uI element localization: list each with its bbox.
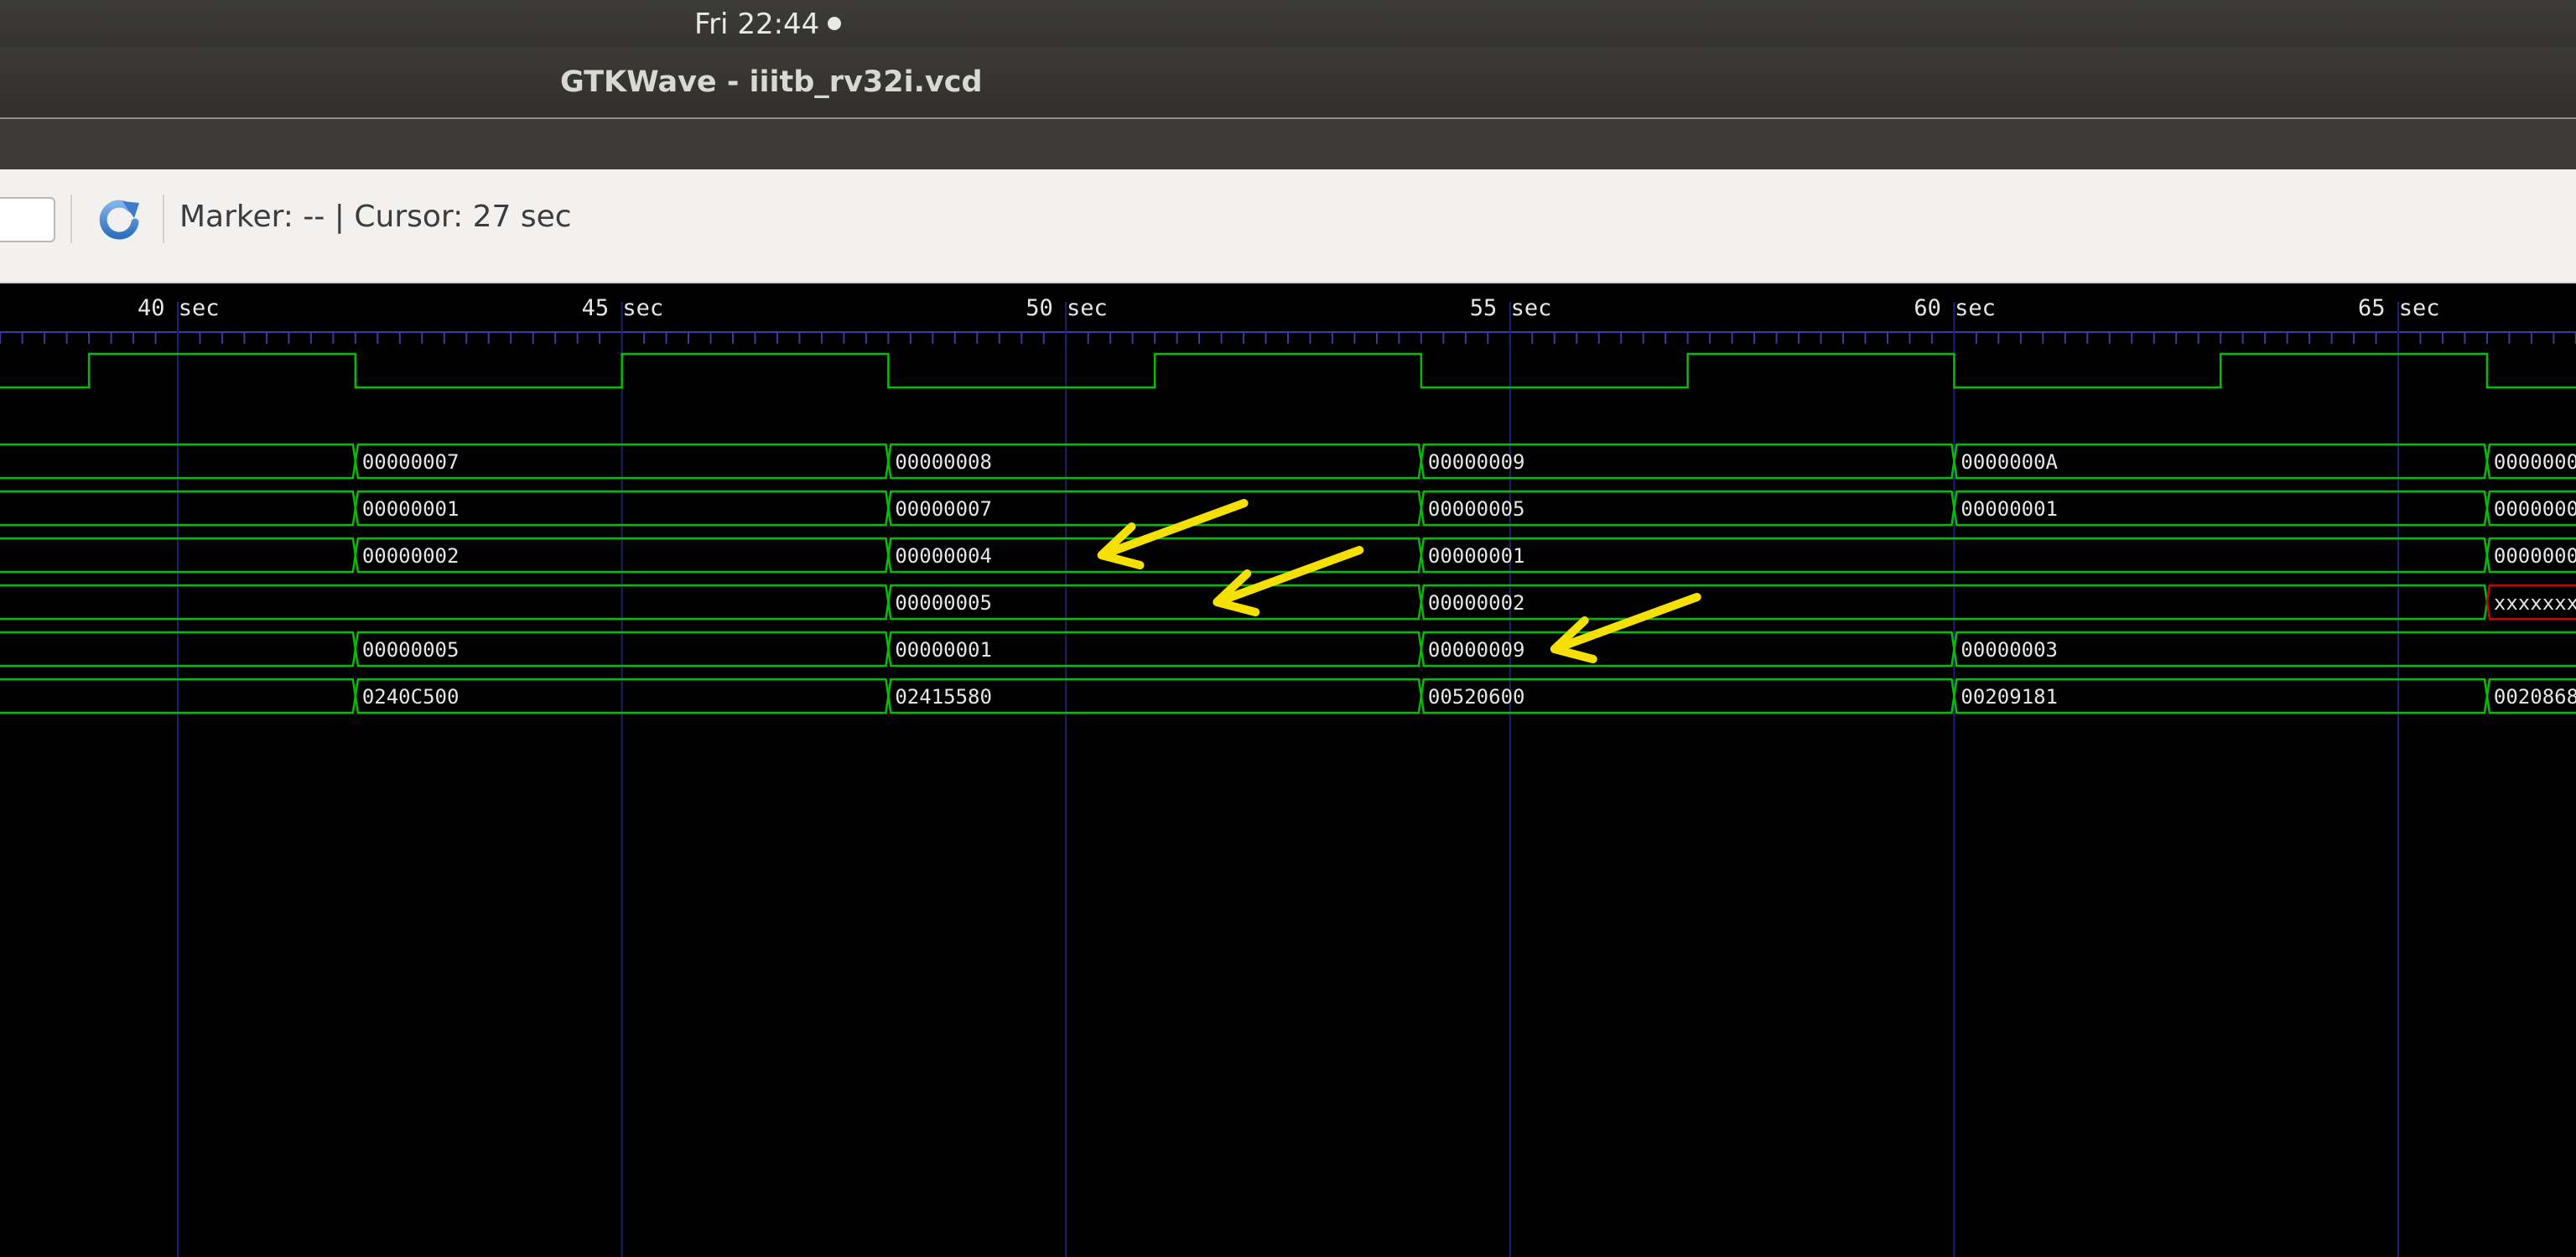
bus-value-label: 00000000: [2494, 497, 2576, 521]
menu-bar: [0, 119, 2576, 169]
bus-value-label: 00000005: [362, 638, 460, 662]
timeline-tick-label: 40 sec: [138, 295, 220, 321]
bus-value-label: 0000000A: [1961, 450, 2058, 474]
bus-value-label: 00209181: [1961, 685, 2058, 709]
system-clock[interactable]: Fri 22:44: [694, 8, 842, 41]
bus-value-label: 00000008: [895, 450, 992, 474]
timeline-tick-label: 60 sec: [1914, 295, 1996, 321]
notification-dot-icon: [828, 16, 842, 30]
bus-value-label: 00000003: [1961, 638, 2058, 662]
bus-value-label: 0240C500: [362, 685, 460, 709]
timeline-tick-label: 45 sec: [582, 295, 664, 321]
bus-value-label: 00000005: [895, 591, 992, 615]
waveform-canvas[interactable]: 40 sec 45 sec 50 sec 55 sec 60 sec 65 sec 0000…: [0, 285, 2576, 1257]
bus-value-label: 00208683: [2494, 685, 2576, 709]
bus-value-label: 00000001: [1428, 544, 1525, 568]
toolbar-separator: [70, 195, 72, 243]
bus-value-label: 00520600: [1428, 685, 1525, 709]
bus-value-label: 02415580: [895, 685, 992, 709]
bus-value-label: 00000004: [895, 544, 992, 568]
timeline-tick-label: 55 sec: [1470, 295, 1552, 321]
bus-value-label: 00000001: [895, 638, 992, 662]
window-title-bar[interactable]: GTKWave - iiitb_rv32i.vcd: [0, 47, 2576, 119]
system-top-bar: Fri 22:44: [0, 0, 2576, 47]
window-title: GTKWave - iiitb_rv32i.vcd: [560, 65, 983, 99]
clock-waveform: [0, 352, 2576, 389]
bus-value-label: 00000009: [1428, 638, 1525, 662]
toolbar: Marker: -- | Cursor: 27 sec: [0, 169, 2576, 283]
timeline-tick-label: 50 sec: [1026, 295, 1108, 321]
marker-cursor-status: Marker: -- | Cursor: 27 sec: [179, 200, 572, 234]
bus-value-label: 00000002: [362, 544, 460, 568]
time-entry-field[interactable]: [0, 197, 55, 242]
bus-value-label: 00000001: [1961, 497, 2058, 521]
bus-value-segment: [0, 584, 890, 621]
bus-value-label: 0000000B: [2494, 450, 2576, 474]
bus-value-label: 00000002: [1428, 591, 1525, 615]
toolbar-separator: [163, 195, 164, 243]
waveform-viewer[interactable]: 40 sec 45 sec 50 sec 55 sec 60 sec 65 sec 0000…: [0, 285, 2576, 1257]
bus-value-label: 00000009: [1428, 450, 1525, 474]
bus-value-label: 00000005: [1428, 497, 1525, 521]
clock-text: Fri 22:44: [694, 8, 820, 41]
reload-icon[interactable]: [94, 195, 144, 245]
timeline-tick-label: 65 sec: [2358, 295, 2440, 321]
bus-value-label: 00000001: [362, 497, 460, 521]
bus-value-label: xxxxxxxx: [2494, 591, 2576, 615]
bus-value-label: 00000007: [895, 497, 992, 521]
bus-value-label: 00000000: [2494, 544, 2576, 568]
bus-value-label: 00000007: [362, 450, 460, 474]
